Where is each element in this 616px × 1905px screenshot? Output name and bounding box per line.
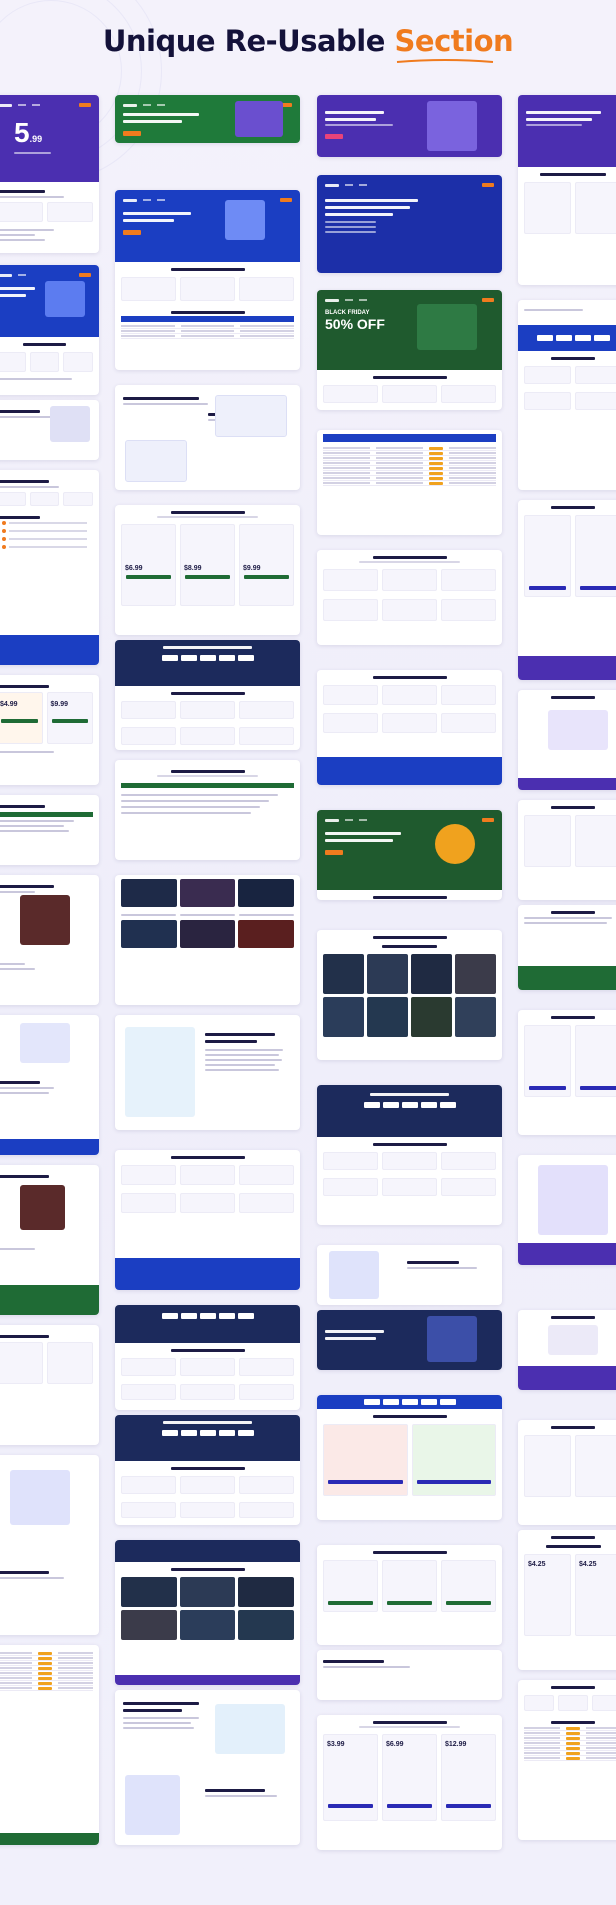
preview-card-pricing-small[interactable] [0, 1325, 99, 1445]
preview-card-vps-plans[interactable] [115, 190, 300, 370]
preview-card-os-logos[interactable] [115, 640, 300, 750]
preview-card-flexible-pricing[interactable]: $6.99 $8.99 $9.99 [115, 505, 300, 635]
preview-card-game-server[interactable] [317, 930, 502, 1060]
preview-card-green-faq[interactable] [518, 905, 616, 990]
title-accent: Section [394, 24, 514, 63]
underline-swoosh-icon [396, 59, 493, 63]
preview-card-best-cloud[interactable] [317, 1310, 502, 1370]
preview-card-os-logos-2[interactable] [115, 1305, 300, 1410]
preview-card-logos[interactable] [518, 300, 616, 490]
preview-card-management[interactable] [0, 1015, 99, 1155]
preview-card-pricing[interactable] [518, 500, 616, 680]
preview-card-faq[interactable] [0, 795, 99, 865]
preview-card-choose-plan[interactable]: $3.99 $6.99 $12.99 [317, 1715, 502, 1850]
preview-card-os-logos[interactable] [317, 1085, 502, 1225]
preview-card-wordpress-plans[interactable] [317, 1395, 502, 1520]
preview-card-comparison-table[interactable] [317, 430, 502, 535]
preview-card-black-friday[interactable]: BLACK FRIDAY 50% OFF [317, 290, 502, 410]
preview-card-best-features[interactable] [317, 550, 502, 645]
preview-card-platform[interactable] [317, 1245, 502, 1305]
title-main: Unique Re-Usable [102, 24, 386, 58]
preview-card-cloud-hero[interactable] [317, 95, 502, 157]
preview-card-flexible-pricing-2[interactable] [317, 1545, 502, 1645]
preview-card-game-grid[interactable] [115, 875, 300, 1005]
preview-card-hero-illustration[interactable] [0, 1455, 99, 1635]
preview-card-comparison-table[interactable] [0, 1645, 99, 1845]
preview-card-green-offer[interactable] [317, 810, 502, 900]
preview-card-faq[interactable] [518, 690, 616, 790]
preview-card-hosting-features[interactable] [115, 1150, 300, 1290]
preview-card-windows-pricing[interactable]: $4.99 $9.99 [0, 675, 99, 785]
preview-card-pricing-small[interactable] [518, 1420, 616, 1525]
preview-card-pricing-hero[interactable]: 5.99 [0, 95, 99, 253]
preview-card-wordpress[interactable] [0, 875, 99, 1005]
preview-card-speed[interactable] [115, 385, 300, 490]
preview-card-trusted[interactable] [317, 1650, 502, 1700]
preview-card-choose-plan[interactable] [518, 1010, 616, 1135]
preview-card-faq-2[interactable] [115, 760, 300, 860]
preview-card-os-logos-3[interactable] [115, 1415, 300, 1525]
title-accent-text: Section [394, 24, 514, 58]
preview-card-perfect-env[interactable] [115, 1015, 300, 1130]
preview-card-windows-vps[interactable] [0, 470, 99, 665]
preview-card-server-plans[interactable] [518, 1680, 616, 1840]
preview-card-purple-hero[interactable] [518, 95, 616, 285]
preview-card-vps-hero[interactable] [0, 265, 99, 395]
preview-card-features[interactable] [0, 400, 99, 460]
preview-card-game-server[interactable] [115, 1540, 300, 1685]
preview-card-performance[interactable] [0, 1165, 99, 1315]
page-title: Unique Re-Usable Section [0, 24, 616, 63]
preview-card-support-cta[interactable] [317, 670, 502, 785]
preview-card-support[interactable] [518, 1310, 616, 1390]
preview-card-web-hosting[interactable] [518, 800, 616, 900]
preview-card-cloud-hosting[interactable] [115, 1690, 300, 1845]
preview-card-websites-hero[interactable] [317, 175, 502, 273]
preview-card-illustration[interactable] [518, 1155, 616, 1265]
preview-card-green-hero[interactable] [115, 95, 300, 143]
preview-card-perfect-package[interactable]: $4.25 $4.25 [518, 1530, 616, 1670]
